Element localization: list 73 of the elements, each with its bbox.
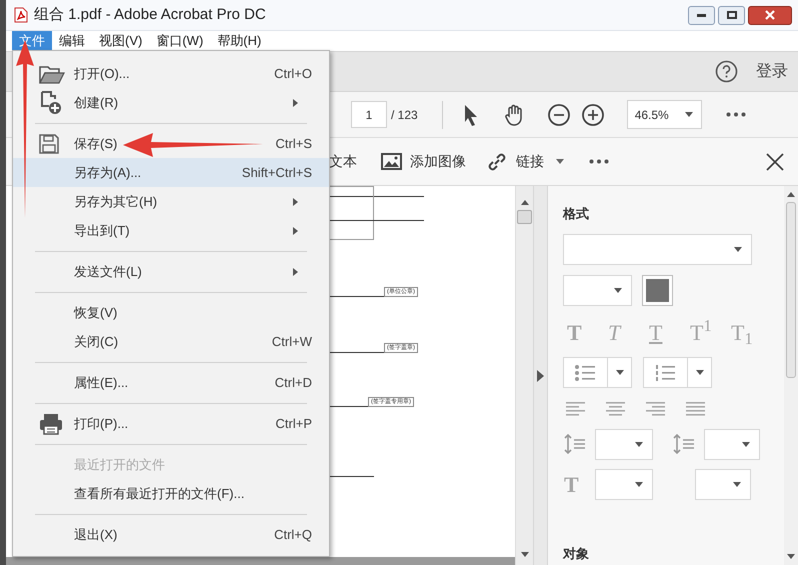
menu-item[interactable]: 编辑 [52,31,92,51]
panel-heading: 格式 [563,205,590,223]
caret-icon[interactable] [556,159,564,164]
image-icon[interactable] [381,153,402,170]
scroll-down-icon[interactable] [787,554,795,559]
caret-icon [684,112,693,117]
window-title: 组合 1.pdf - Adobe Acrobat Pro DC [34,4,266,25]
menu-item[interactable]: 发送文件(L) [13,257,329,286]
scroll-thumb[interactable] [517,210,532,224]
menu-item[interactable]: 关闭(C) Ctrl+W [13,327,329,356]
menu-item[interactable]: 打印(P)... Ctrl+P [13,409,329,438]
menu-item: 最近打开的文件 [73,456,166,474]
scrollbar[interactable] [784,186,798,565]
text-size-label: T [564,470,580,498]
close-icon[interactable] [766,152,784,170]
expand-arrow-icon[interactable] [537,370,544,382]
menu-item[interactable]: 查看所有最近打开的文件(F)... [13,479,329,508]
menu-item[interactable]: 视图(V) [92,31,150,51]
caret-icon [696,370,704,374]
minimize-button[interactable] [688,6,715,24]
close-icon [765,10,775,20]
link-icon[interactable] [486,150,508,172]
edit-text-tool[interactable]: 文本 [329,151,357,172]
numbered-list-icon [655,364,676,380]
maximize-button[interactable] [718,6,745,24]
more-icon[interactable] [589,159,609,164]
caret-icon [616,370,624,374]
numbered-list-button[interactable] [643,356,712,388]
scroll-thumb[interactable] [786,202,796,378]
font-color-button[interactable] [642,274,673,306]
caret-icon [614,288,622,292]
menu-item[interactable]: 创建(R) [13,88,329,117]
caret-icon [635,442,643,446]
panel-heading: 对象 [563,544,590,562]
menu-item[interactable]: 属性(E)... Ctrl+D [13,368,329,397]
help-icon[interactable] [715,60,738,83]
scroll-up-icon[interactable] [787,192,795,197]
zoom-out-icon[interactable] [546,102,571,126]
add-image-tool[interactable]: 添加图像 [410,151,466,172]
pdf-file-icon [14,7,28,23]
close-button[interactable] [748,6,792,24]
page-number-field[interactable]: 1 [351,101,387,128]
menu-item[interactable]: 退出(X) Ctrl+Q [13,520,329,549]
caret-icon [742,442,750,446]
menu-item[interactable]: 帮助(H) [210,31,268,51]
menu-item[interactable]: 窗口(W) [149,31,210,51]
folder-icon [39,64,65,84]
pointer-icon[interactable] [462,104,479,126]
caret-icon [734,246,742,252]
menu-item[interactable]: 另存为(A)... Shift+Ctrl+S [13,158,329,187]
line-spacing-icon [564,434,586,454]
bullet-list-icon [575,364,596,380]
printer-icon [39,412,63,434]
more-icon[interactable] [726,112,746,117]
menu-item[interactable]: 打开(O)... Ctrl+O [13,59,329,88]
link-tool[interactable]: 链接 [516,151,544,172]
menu-item[interactable]: 保存(S) Ctrl+S [13,129,329,158]
save-icon [39,134,59,154]
caret-icon [635,482,643,486]
paragraph-spacing-icon [673,434,695,454]
create-document-icon [39,90,63,114]
menu-item[interactable]: 恢复(V) [13,298,329,327]
bullet-list-button[interactable] [563,356,632,388]
zoom-in-icon[interactable] [580,102,605,126]
scroll-up-icon[interactable] [520,200,528,205]
caret-icon [733,482,741,486]
scrollbar[interactable] [515,186,533,565]
menu-item[interactable]: 另存为其它(H) [13,187,329,216]
zoom-dropdown[interactable]: 46.5% [626,100,702,129]
menu-item[interactable]: 导出到(T) [13,216,329,245]
scroll-down-icon[interactable] [520,552,528,557]
sign-in-link[interactable]: 登录 [756,60,788,84]
page-count: / 123 [391,106,418,124]
